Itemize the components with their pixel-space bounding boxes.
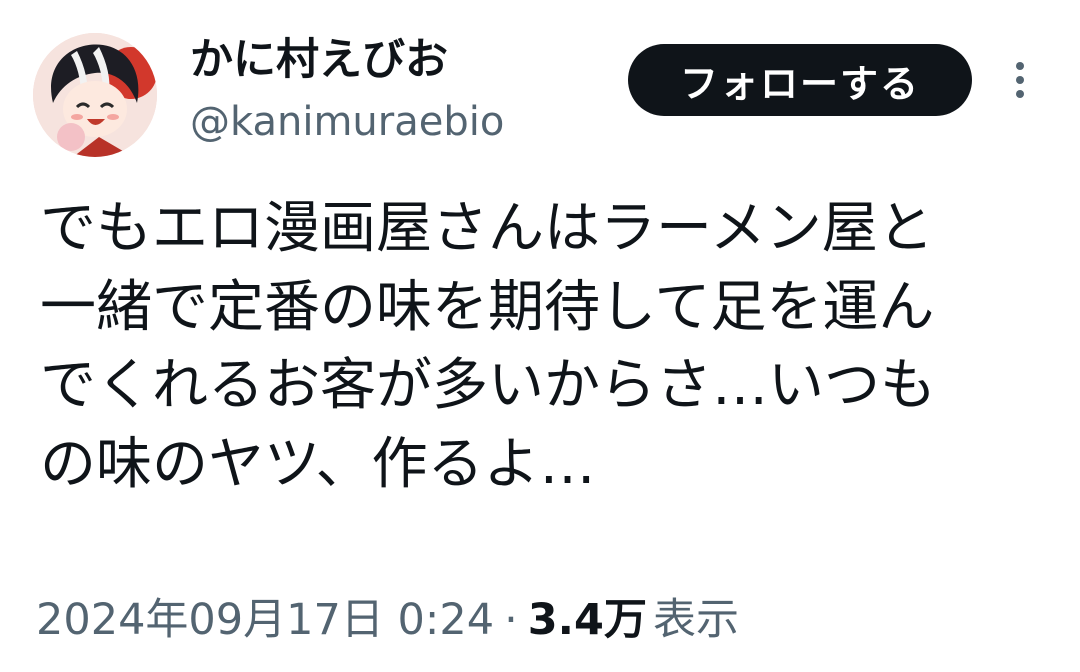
tweet-text-line: でもエロ漫画屋さんはラーメン屋と xyxy=(40,196,934,261)
timestamp[interactable]: 2024年09月17日 0:24 xyxy=(36,595,494,645)
separator-dot: · xyxy=(504,595,518,645)
display-name[interactable]: かに村えびお xyxy=(190,32,504,88)
user-info: かに村えびお @kanimuraebio xyxy=(190,32,504,146)
follow-button[interactable]: フォローする xyxy=(628,44,972,116)
tweet-text-line: の味のヤツ、作るよ… xyxy=(40,431,596,497)
user-handle[interactable]: @kanimuraebio xyxy=(190,98,504,146)
tweet-text-line: 一緒で定番の味を期待して足を運ん xyxy=(40,274,935,340)
more-options-button[interactable] xyxy=(1002,58,1038,102)
avatar[interactable] xyxy=(33,33,157,157)
user-avatar-icon xyxy=(33,33,157,157)
tweet-meta: 2024年09月17日 0:24 · 3.4万 表示 xyxy=(36,590,739,650)
tweet-text: でもエロ漫画屋さんはラーメン屋と 一緒で定番の味を期待して足を運ん でくれるお客… xyxy=(40,190,1050,504)
views-count: 3.4万 xyxy=(527,595,647,645)
views-label: 表示 xyxy=(652,595,739,645)
tweet-header: かに村えびお @kanimuraebio フォローする xyxy=(0,0,1080,170)
tweet-text-line: でくれるお客が多いからさ…いつも xyxy=(40,353,936,418)
